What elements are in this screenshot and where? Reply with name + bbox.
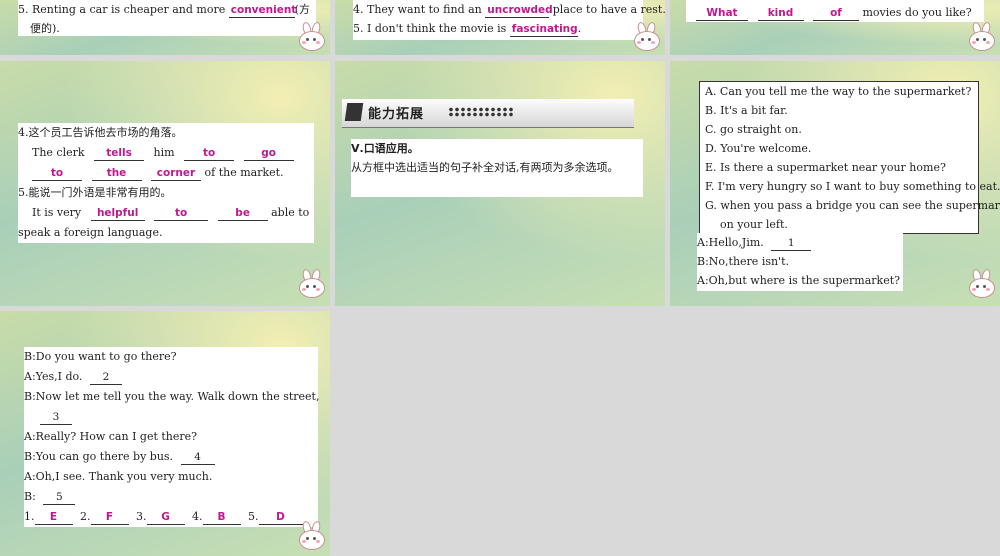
- clapperboard-icon: [344, 103, 364, 121]
- key-num-1: 1.: [24, 510, 35, 523]
- instruction-text: 从方框中选出适当的句子补全对话,有两项为多余选项。: [351, 161, 619, 174]
- q5-tail: (方: [294, 3, 311, 16]
- q5-line2: 便的).: [30, 22, 60, 35]
- answer-go: go: [243, 147, 294, 161]
- dialogue-line-3: B:Now let me tell you the way. Walk down…: [24, 390, 320, 403]
- slide-1[interactable]: 5. Renting a car is cheaper and more con…: [0, 0, 330, 55]
- option-b: B. It's a bit far.: [705, 104, 788, 117]
- slide-4[interactable]: 4.这个员工告诉他去市场的角落。 The clerk tells him to …: [0, 61, 330, 306]
- answer-to-3: to: [154, 207, 209, 221]
- line2-tail: of the market.: [204, 166, 284, 179]
- slide-4-text: 4.这个员工告诉他去市场的角落。 The clerk tells him to …: [18, 123, 314, 243]
- key-num-4: 4.: [192, 510, 203, 523]
- line3-tail: able to: [271, 206, 310, 219]
- slide-5-text: Ⅴ.口语应用。 从方框中选出适当的句子补全对话,有两项为多余选项。: [351, 139, 643, 197]
- option-d: D. You're welcome.: [705, 142, 812, 155]
- dialogue-line-6: A:Oh,I see. Thank you very much.: [24, 470, 213, 483]
- header-dots-decoration: [448, 107, 514, 117]
- answer-corner: corner: [151, 167, 201, 181]
- dialogue-line-1: B:Do you want to go there?: [24, 350, 177, 363]
- answer-helpful: helpful: [90, 207, 145, 221]
- slide-3-text: What kind of movies do you like?: [686, 0, 984, 22]
- q5-answer: fascinating: [509, 23, 578, 37]
- line1-him: him: [153, 146, 175, 159]
- option-g-continued: on your left.: [720, 218, 788, 231]
- q4-chinese: 4.这个员工告诉他去市场的角落。: [18, 126, 183, 139]
- answer-key: 1. E 2. F 3. G 4. B 5. D: [24, 507, 318, 527]
- key-answer-3: G: [146, 511, 185, 525]
- line1-text: The clerk: [32, 146, 85, 159]
- rabbit-mascot-icon: [296, 520, 326, 551]
- slide-1-text: 5. Renting a car is cheaper and more con…: [18, 0, 316, 36]
- answer-what: What: [696, 7, 748, 21]
- dialogue-line-4: A:Really? How can I get there?: [24, 430, 198, 443]
- dialogue-line-7: B:: [24, 490, 36, 503]
- blank-4: 4: [180, 451, 215, 465]
- slide-3[interactable]: What kind of movies do you like?: [670, 0, 1000, 55]
- key-answer-1: E: [34, 511, 73, 525]
- q4-text: 4. They want to find an: [353, 3, 482, 16]
- dialogue-line-5: B:You can go there by bus.: [24, 450, 174, 463]
- option-g: G. when you pass a bridge you can see th…: [705, 199, 1000, 212]
- option-a: A. Can you tell me the way to the superm…: [705, 85, 972, 98]
- key-answer-2: F: [90, 511, 129, 525]
- rabbit-mascot-icon: [966, 268, 996, 299]
- answer-the: the: [91, 167, 142, 181]
- slide-2[interactable]: 4. They want to find an uncrowded place …: [335, 0, 665, 55]
- key-num-2: 2.: [80, 510, 91, 523]
- question-tail: movies do you like?: [862, 6, 972, 19]
- q5-text: 5. I don't think the movie is: [353, 22, 507, 35]
- rabbit-mascot-icon: [296, 268, 326, 299]
- dialogue-line-1: A:Hello,Jim.: [697, 236, 764, 249]
- option-e: E. Is there a supermarket near your home…: [705, 161, 946, 174]
- q5-chinese: 5.能说一门外语是非常有用的。: [18, 186, 172, 199]
- dialogue-line-2: B:No,there isn't.: [697, 255, 790, 268]
- answer-to-2: to: [32, 167, 82, 181]
- section-title: Ⅴ.口语应用。: [351, 142, 419, 155]
- q5-answer: convenient: [228, 4, 297, 18]
- blank-3: 3: [40, 411, 72, 425]
- q4-answer: uncrowded: [485, 4, 553, 18]
- slide-6[interactable]: A. Can you tell me the way to the superm…: [670, 61, 1000, 306]
- option-f: F. I'm very hungry so I want to buy some…: [705, 180, 1000, 193]
- q5-tail: .: [577, 22, 582, 35]
- key-num-5: 5.: [248, 510, 259, 523]
- blank-5: 5: [43, 491, 76, 505]
- slide-7-text: B:Do you want to go there? A:Yes,I do. 2…: [24, 347, 320, 527]
- q5-text: 5. Renting a car is cheaper and more: [18, 3, 226, 16]
- key-answer-4: B: [202, 511, 241, 525]
- blank-2: 2: [89, 371, 122, 385]
- dialogue-box: A:Hello,Jim. 1 B:No,there isn't. A:Oh,bu…: [697, 233, 903, 291]
- answer-tells: tells: [94, 147, 145, 161]
- section-header-title: 能力拓展: [368, 107, 425, 122]
- answer-of: of: [813, 7, 859, 21]
- rabbit-mascot-icon: [631, 21, 661, 52]
- option-c: C. go straight on.: [705, 123, 802, 136]
- options-box: A. Can you tell me the way to the superm…: [699, 81, 1000, 234]
- answer-kind: kind: [757, 7, 804, 21]
- q4-tail: place to have a rest.: [552, 3, 665, 16]
- rabbit-mascot-icon: [966, 21, 996, 52]
- slide-5[interactable]: 能力拓展 Ⅴ.口语应用。 从方框中选出适当的句子补全对话,有两项为多余选项。: [335, 61, 665, 306]
- answer-to-1: to: [184, 147, 235, 161]
- blank-1: 1: [771, 237, 812, 251]
- answer-be: be: [217, 207, 268, 221]
- slide-7[interactable]: B:Do you want to go there? A:Yes,I do. 2…: [0, 311, 330, 556]
- section-header-bar: 能力拓展: [342, 99, 634, 128]
- line4-text: speak a foreign language.: [18, 226, 163, 239]
- dialogue-line-2: A:Yes,I do.: [24, 370, 83, 383]
- rabbit-mascot-icon: [296, 21, 326, 52]
- dialogue-line-3: A:Oh,but where is the supermarket?: [697, 274, 901, 287]
- slide-2-text: 4. They want to find an uncrowded place …: [353, 0, 665, 40]
- key-num-3: 3.: [136, 510, 147, 523]
- line3-text: It is very: [32, 206, 82, 219]
